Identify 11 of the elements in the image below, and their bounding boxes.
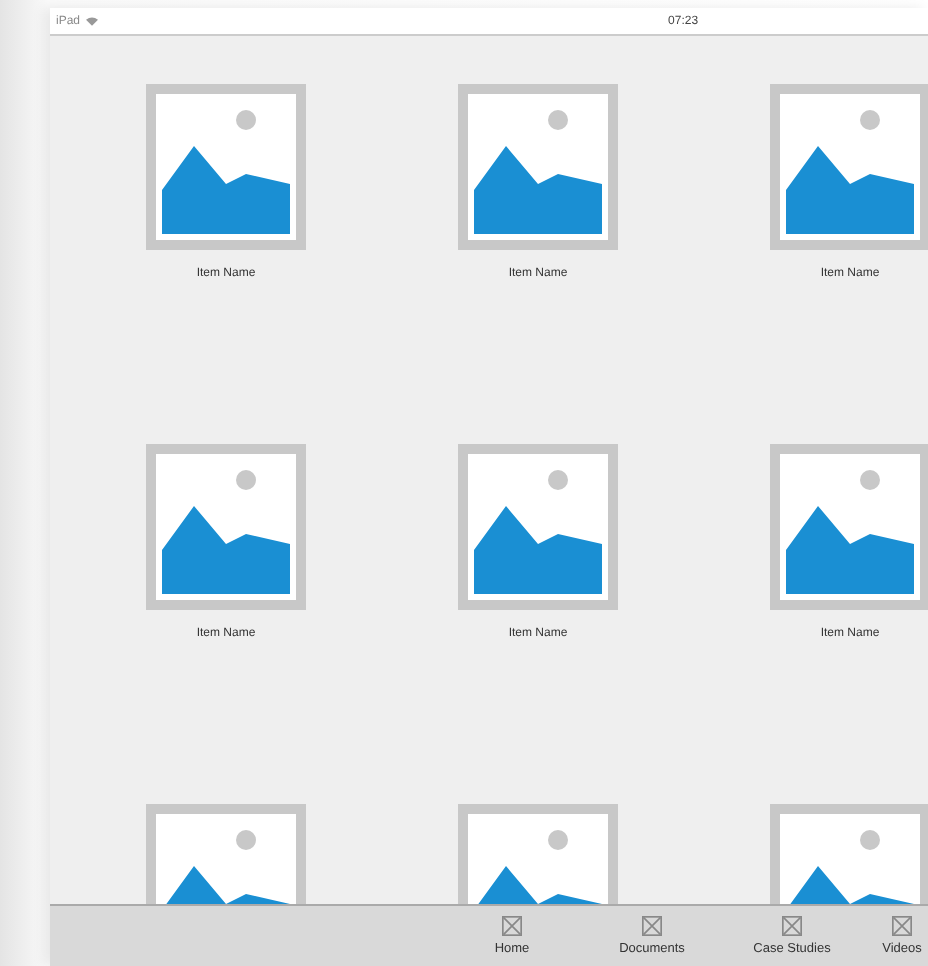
image-placeholder-icon	[642, 916, 662, 936]
wifi-icon	[86, 16, 99, 26]
image-placeholder-icon	[502, 916, 522, 936]
image-placeholder-icon	[770, 84, 928, 250]
image-placeholder-icon	[146, 444, 306, 610]
image-placeholder-icon	[458, 84, 618, 250]
image-placeholder-icon	[892, 916, 912, 936]
image-placeholder-icon	[458, 444, 618, 610]
image-placeholder-icon	[782, 916, 802, 936]
image-placeholder-icon	[146, 84, 306, 250]
image-placeholder-icon	[770, 444, 928, 610]
